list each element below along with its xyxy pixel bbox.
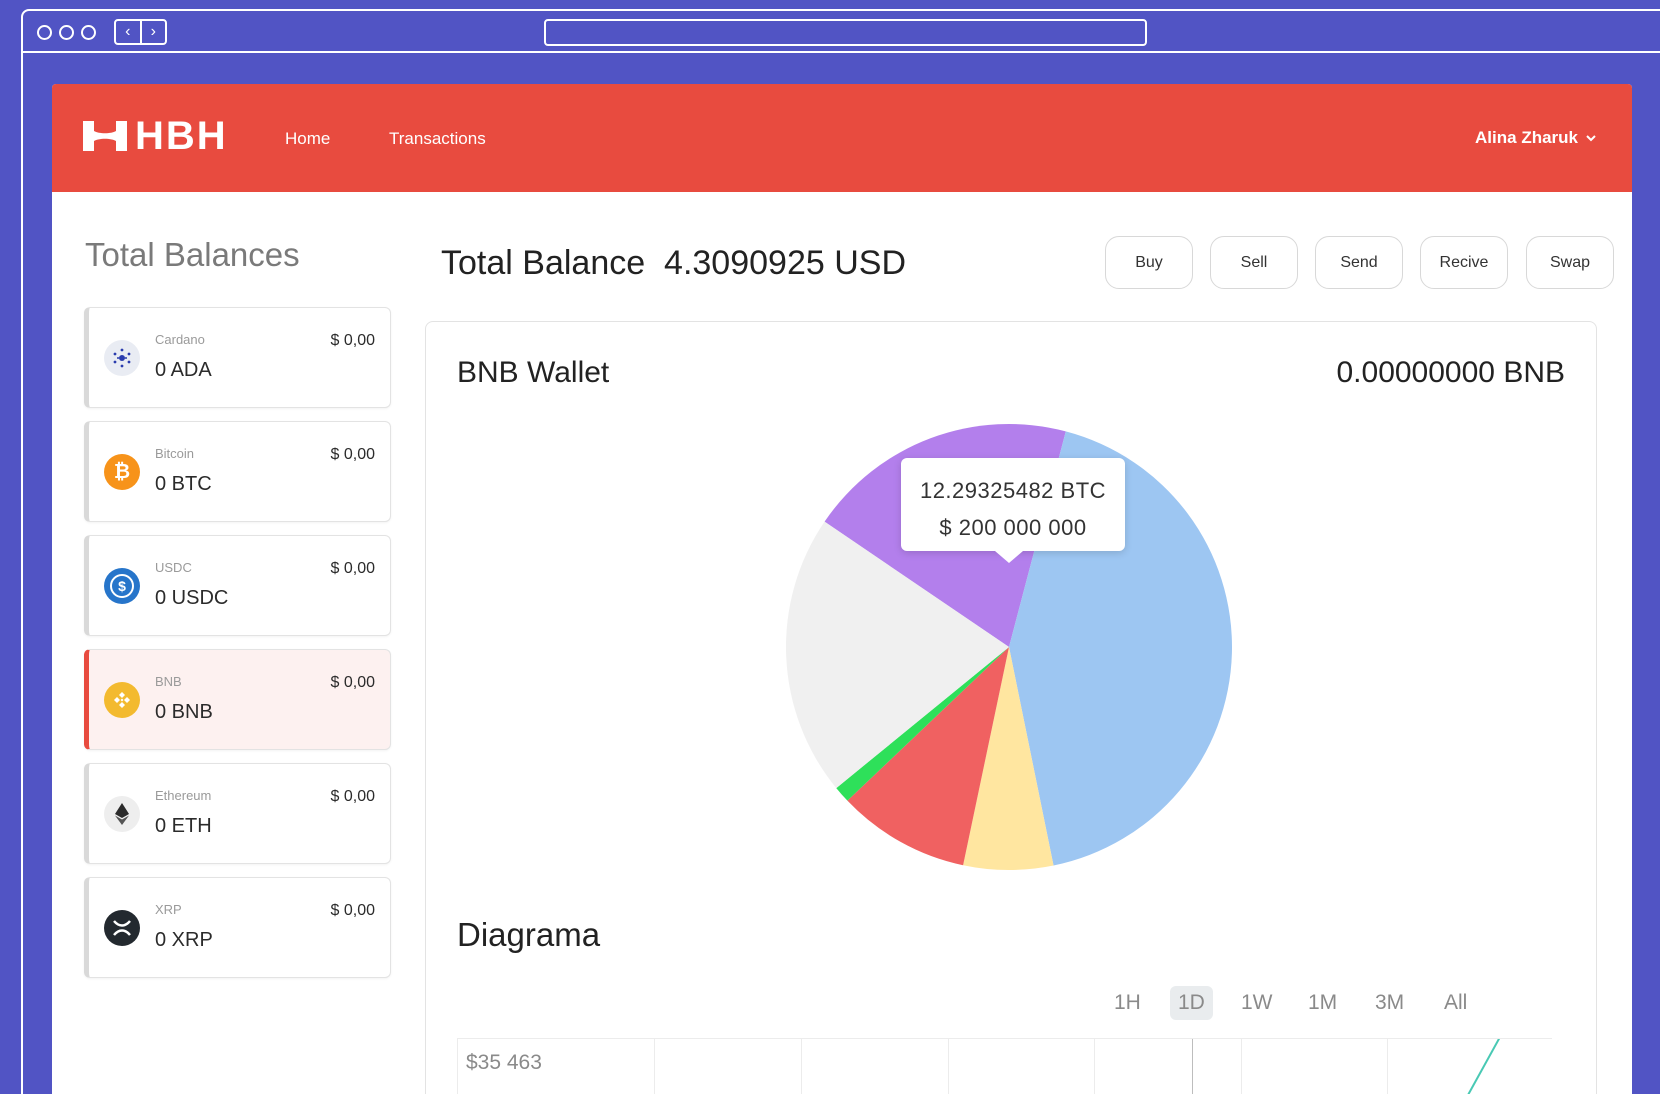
range-1m[interactable]: 1M <box>1300 986 1345 1020</box>
coin-usd-value: $ 0,00 <box>330 560 375 577</box>
range-1d[interactable]: 1D <box>1170 986 1213 1020</box>
coin-amount: 0 BTC <box>155 473 212 495</box>
total-balance-heading: Total Balance 4.3090925 USD <box>441 244 906 283</box>
coin-card-xrp[interactable]: XRP 0 XRP $ 0,00 <box>84 877 391 978</box>
user-menu[interactable]: Alina Zharuk <box>1475 128 1596 148</box>
coin-name: BNB <box>155 674 182 689</box>
range-all[interactable]: All <box>1436 986 1475 1020</box>
window-close-dot[interactable] <box>37 25 52 40</box>
bitcoin-icon: ₿ <box>104 454 140 490</box>
coin-card-bnb[interactable]: BNB 0 BNB $ 0,00 <box>84 649 391 750</box>
nav-transactions[interactable]: Transactions <box>389 129 486 149</box>
pie-tooltip: 12.29325482 BTC $ 200 000 000 <box>901 458 1125 563</box>
app-container: HBH Home Transactions Alina Zharuk Total… <box>52 84 1632 1094</box>
coin-card-ethereum[interactable]: Ethereum 0 ETH $ 0,00 <box>84 763 391 864</box>
svg-text:$: $ <box>118 578 126 594</box>
range-1w[interactable]: 1W <box>1233 986 1281 1020</box>
chevron-down-icon <box>1586 135 1596 142</box>
top-navigation-bar: HBH Home Transactions Alina Zharuk <box>52 84 1632 192</box>
nav-home[interactable]: Home <box>285 129 330 149</box>
browser-toolbar: ‹ › <box>23 11 1660 53</box>
coin-card-usdc[interactable]: $ USDC 0 USDC $ 0,00 <box>84 535 391 636</box>
xrp-icon <box>104 910 140 946</box>
coin-amount: 0 XRP <box>155 929 213 951</box>
price-line <box>1467 1039 1501 1094</box>
logo-mark-icon <box>83 121 127 151</box>
address-bar[interactable] <box>544 19 1147 46</box>
user-name: Alina Zharuk <box>1475 128 1578 147</box>
window-maximize-dot[interactable] <box>81 25 96 40</box>
coin-name: Cardano <box>155 332 205 347</box>
total-balance-value: 4.3090925 USD <box>664 244 906 282</box>
balance-list: Cardano 0 ADA $ 0,00 ₿ Bitcoin 0 BTC $ 0… <box>84 307 391 991</box>
coin-amount: 0 USDC <box>155 587 229 609</box>
sidebar-title: Total Balances <box>85 236 300 273</box>
coin-card-bitcoin[interactable]: ₿ Bitcoin 0 BTC $ 0,00 <box>84 421 391 522</box>
coin-usd-value: $ 0,00 <box>330 788 375 805</box>
wallet-panel: BNB Wallet 0.00000000 BNB 12.29325482 BT… <box>425 321 1597 1094</box>
total-balance-label: Total Balance <box>441 244 646 282</box>
coin-usd-value: $ 0,00 <box>330 332 375 349</box>
coin-amount: 0 ADA <box>155 359 212 381</box>
tooltip-btc-value: 12.29325482 BTC <box>919 478 1107 503</box>
range-1h[interactable]: 1H <box>1106 986 1149 1020</box>
cardano-icon <box>104 340 140 376</box>
coin-usd-value: $ 0,00 <box>330 674 375 691</box>
window-minimize-dot[interactable] <box>59 25 74 40</box>
bnb-icon <box>104 682 140 718</box>
tooltip-usd-value: $ 200 000 000 <box>939 515 1087 540</box>
wallet-pie-chart[interactable] <box>426 322 1598 892</box>
brand-name: HBH <box>135 114 228 158</box>
brand-logo[interactable]: HBH <box>83 116 228 156</box>
coin-name: Bitcoin <box>155 446 195 461</box>
receive-button[interactable]: Recive <box>1420 236 1508 289</box>
coin-usd-value: $ 0,00 <box>330 902 375 919</box>
sell-button[interactable]: Sell <box>1210 236 1298 289</box>
coin-name: Ethereum <box>155 788 212 803</box>
browser-nav-buttons: ‹ › <box>114 19 167 45</box>
ethereum-icon <box>104 796 140 832</box>
usdc-icon: $ <box>104 568 140 604</box>
forward-arrow-icon[interactable]: › <box>142 21 166 43</box>
coin-name: USDC <box>155 560 192 575</box>
swap-button[interactable]: Swap <box>1526 236 1614 289</box>
range-3m[interactable]: 3M <box>1367 986 1412 1020</box>
coin-amount: 0 ETH <box>155 815 212 837</box>
back-arrow-icon[interactable]: ‹ <box>116 21 142 43</box>
diagram-title: Diagrama <box>457 916 601 953</box>
send-button[interactable]: Send <box>1315 236 1403 289</box>
coin-usd-value: $ 0,00 <box>330 446 375 463</box>
buy-button[interactable]: Buy <box>1105 236 1193 289</box>
coin-card-cardano[interactable]: Cardano 0 ADA $ 0,00 <box>84 307 391 408</box>
coin-name: XRP <box>155 902 182 917</box>
coin-amount: 0 BNB <box>155 701 213 723</box>
price-chart-area[interactable]: $35 463 <box>457 1038 1552 1094</box>
